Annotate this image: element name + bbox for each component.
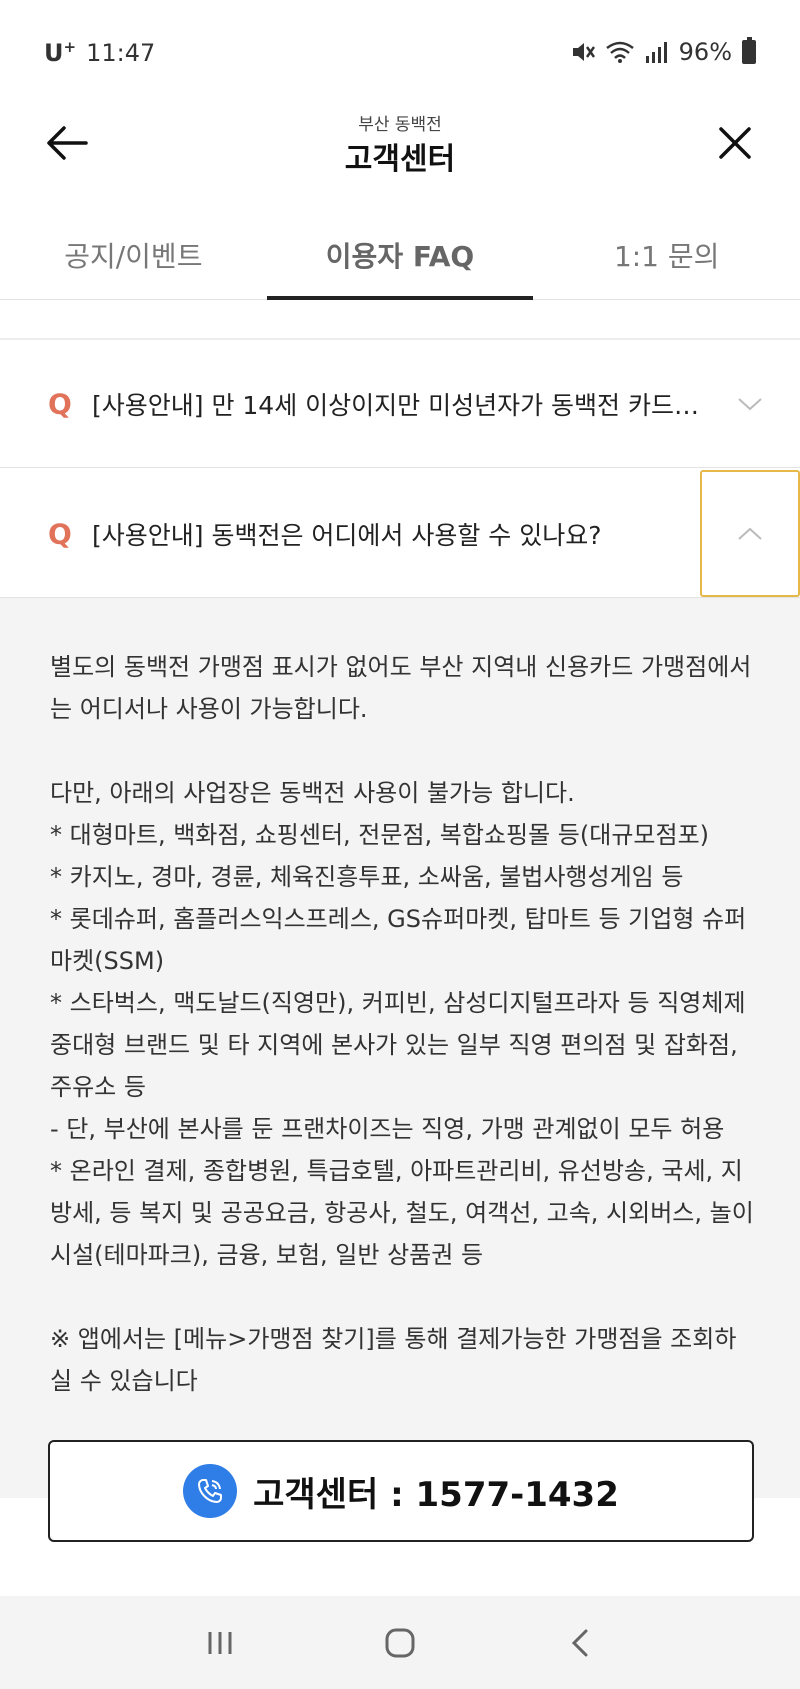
tab-bar: 공지/이벤트 이용자 FAQ 1:1 문의	[0, 210, 800, 300]
status-left: U+ 11:47	[44, 38, 155, 67]
faq-question: [사용안내] 만 14세 이상이지만 미성년자가 동백전 카드 발급이 가능한가…	[92, 390, 700, 420]
nav-back-button[interactable]	[550, 1613, 610, 1673]
recent-apps-button[interactable]	[190, 1613, 250, 1673]
answer-line: 다만, 아래의 사업장은 동백전 사용이 불가능 합니다.	[50, 779, 575, 807]
answer-blank	[50, 1276, 755, 1318]
faq-expand-toggle[interactable]	[700, 340, 800, 467]
phone-icon	[183, 1464, 238, 1518]
mute-icon	[572, 43, 595, 61]
answer-line: - 단, 부산에 본사를 둔 프랜차이즈는 직영, 가맹 관계없이 모두 허용	[50, 1115, 725, 1143]
home-button[interactable]	[370, 1613, 430, 1673]
page-title: 고객센터	[344, 142, 456, 177]
close-icon	[719, 127, 751, 159]
tab-user-faq[interactable]: 이용자 FAQ	[266, 210, 534, 300]
header-subtitle: 부산 동백전	[358, 115, 442, 135]
faq-item-expanded[interactable]: Q [사용안내] 동백전은 어디에서 사용할 수 있나요?	[0, 470, 800, 598]
answer-line: * 카지노, 경마, 경륜, 체육진흥투표, 소싸움, 불법사행성게임 등	[50, 863, 684, 891]
chevron-up-icon	[738, 527, 762, 540]
faq-item[interactable]: Q [사용안내] 만 14세 이상이지만 미성년자가 동백전 카드 발급이 가능…	[0, 340, 800, 468]
chevron-left-icon	[571, 1629, 588, 1656]
signal-icon	[645, 42, 667, 63]
battery-icon	[742, 37, 756, 64]
faq-q-marker: Q	[48, 387, 72, 420]
close-button[interactable]	[710, 118, 760, 168]
answer-line: * 스타벅스, 맥도날드(직영만), 커피빈, 삼성디지털프라자 등 직영체제 …	[50, 989, 746, 1101]
system-nav-bar	[0, 1596, 800, 1689]
status-time: 11:47	[86, 38, 156, 67]
faq-question: [사용안내] 동백전은 어디에서 사용할 수 있나요?	[92, 520, 602, 550]
tab-notice-event[interactable]: 공지/이벤트	[0, 210, 267, 299]
chevron-down-icon	[738, 397, 762, 410]
answer-line: * 롯데슈퍼, 홈플러스익스프레스, GS슈퍼마켓, 탑마트 등 기업형 슈퍼마…	[50, 905, 747, 975]
recent-apps-icon	[208, 1631, 232, 1654]
tab-one-on-one[interactable]: 1:1 문의	[533, 210, 800, 299]
answer-blank	[50, 730, 755, 772]
battery-percent: 96%	[678, 38, 732, 66]
call-center-button[interactable]: 고객센터 : 1577-1432	[48, 1440, 754, 1542]
faq-q-marker: Q	[48, 517, 72, 550]
faq-answer-panel: 별도의 동백전 가맹점 표시가 없어도 부산 지역내 신용카드 가맹점에서는 어…	[0, 598, 800, 1498]
answer-line: * 온라인 결제, 종합병원, 특급호텔, 아파트관리비, 유선방송, 국세, …	[50, 1157, 754, 1269]
answer-line: * 대형마트, 백화점, 쇼핑센터, 전문점, 복합쇼핑몰 등(대규모점포)	[50, 821, 710, 849]
faq-collapse-toggle[interactable]	[700, 470, 800, 597]
carrier: U+	[44, 38, 77, 67]
wifi-icon	[605, 41, 634, 63]
app-header: 부산 동백전 고객센터	[0, 100, 800, 200]
home-icon	[385, 1628, 415, 1657]
answer-line: ※ 앱에서는 [메뉴>가맹점 찾기]를 통해 결제가능한 가맹점을 조회하실 수…	[50, 1325, 737, 1395]
faq-answer-text: 별도의 동백전 가맹점 표시가 없어도 부산 지역내 신용카드 가맹점에서는 어…	[50, 646, 755, 1402]
status-right: 96%	[569, 37, 756, 66]
call-center-label: 고객센터 : 1577-1432	[253, 1474, 619, 1515]
answer-line: 별도의 동백전 가맹점 표시가 없어도 부산 지역내 신용카드 가맹점에서는 어…	[50, 653, 752, 723]
status-bar: U+ 11:47 96%	[0, 0, 800, 100]
